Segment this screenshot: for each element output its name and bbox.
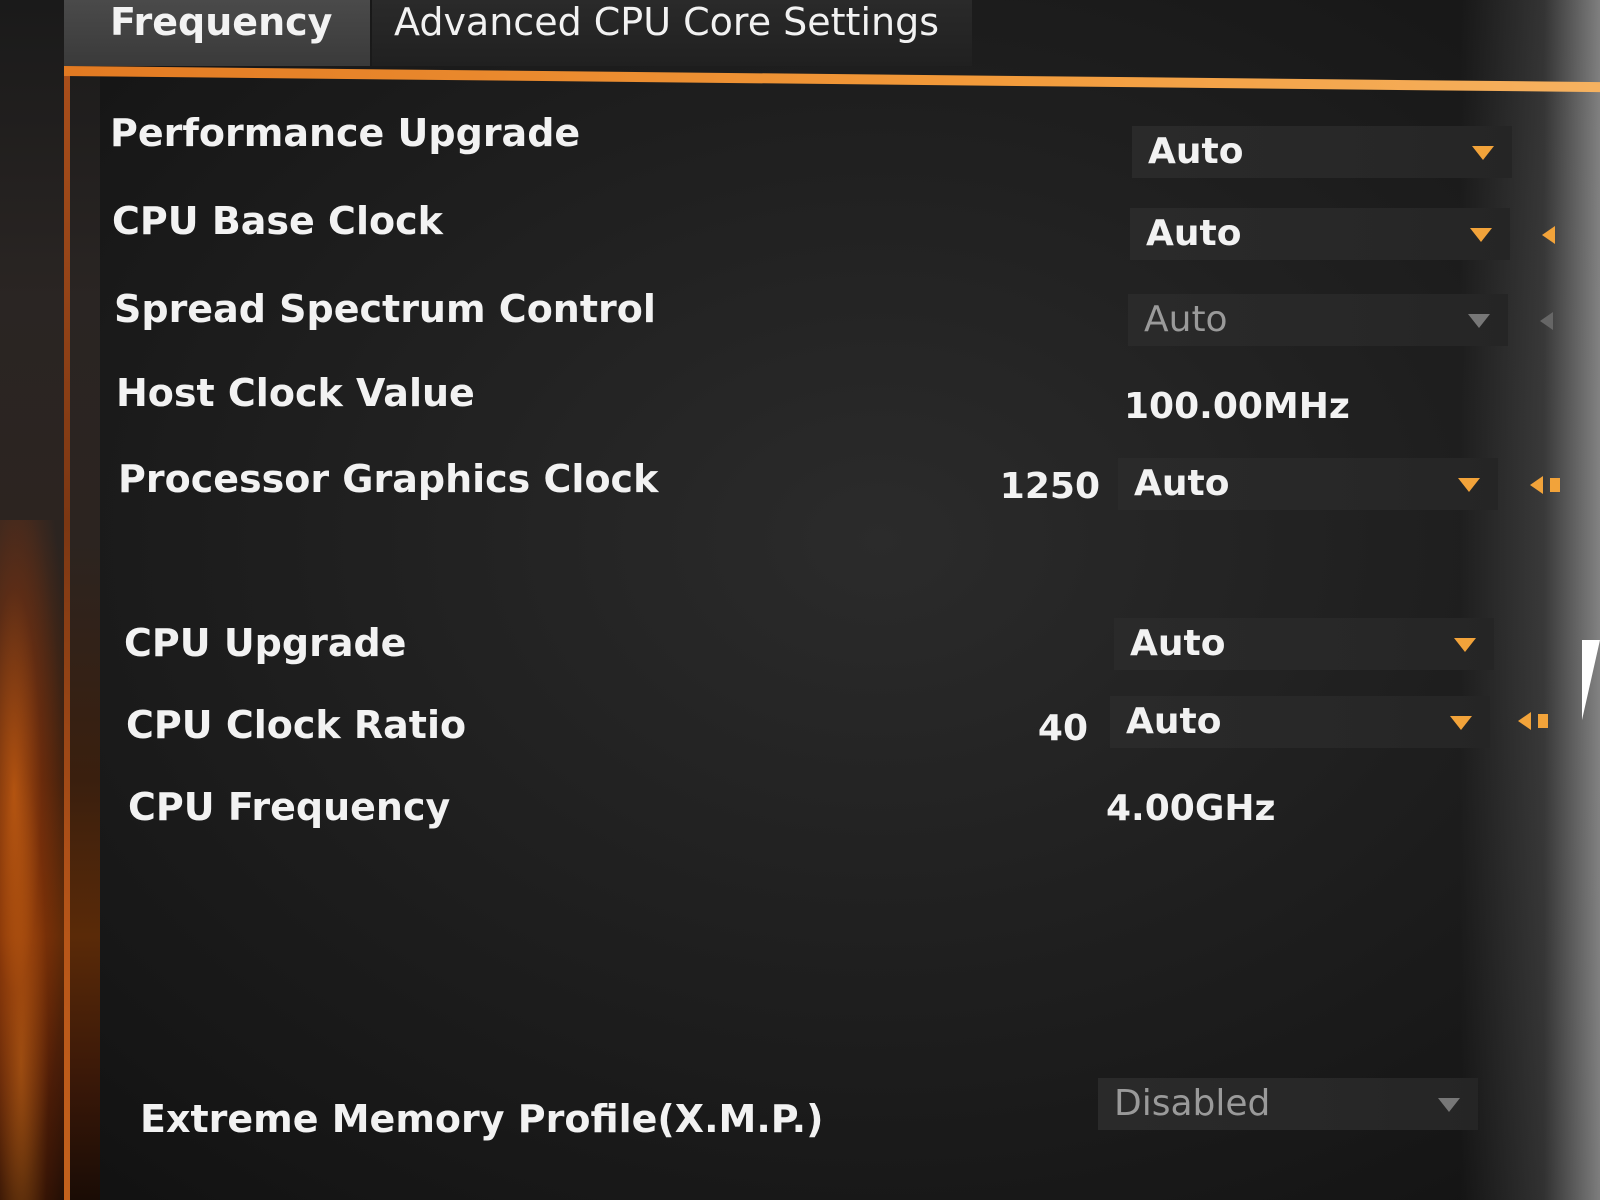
chevron-down-icon: [1470, 228, 1492, 242]
slider-handle[interactable]: [1538, 714, 1548, 728]
arrow-left-icon[interactable]: [1530, 476, 1543, 494]
setting-label: CPU Clock Ratio: [126, 703, 467, 747]
xmp-dropdown[interactable]: Disabled: [1098, 1078, 1478, 1130]
dropdown-value: Auto: [1134, 463, 1230, 504]
setting-row-cpu-base-clock: CPU Base Clock Auto: [112, 196, 1562, 260]
chevron-down-icon: [1458, 478, 1480, 492]
chevron-down-icon: [1468, 314, 1490, 328]
screen-glare: [1460, 0, 1600, 1200]
dropdown-value: Auto: [1126, 701, 1222, 742]
chevron-down-icon: [1472, 146, 1494, 160]
arrow-left-icon[interactable]: [1542, 226, 1555, 244]
performance-upgrade-dropdown[interactable]: Auto: [1132, 126, 1512, 178]
setting-label: Processor Graphics Clock: [118, 457, 659, 501]
arrow-left-icon[interactable]: [1518, 712, 1531, 730]
slider-handle[interactable]: [1550, 478, 1560, 492]
setting-label: Performance Upgrade: [110, 111, 581, 155]
host-clock-value: 100.00MHz: [1124, 386, 1350, 427]
cpu-base-clock-dropdown[interactable]: Auto: [1130, 208, 1510, 260]
setting-row-cpu-frequency: CPU Frequency 4.00GHz: [128, 782, 1578, 842]
dropdown-value: Auto: [1144, 299, 1228, 340]
chevron-down-icon: [1450, 716, 1472, 730]
current-value: 1250: [999, 466, 1100, 507]
setting-label: Extreme Memory Profile(X.M.P.): [140, 1097, 824, 1141]
processor-graphics-clock-dropdown[interactable]: Auto: [1118, 458, 1498, 510]
setting-row-spread-spectrum-control: Spread Spectrum Control Auto: [114, 284, 1564, 346]
chevron-down-icon: [1438, 1098, 1460, 1112]
tab-advanced-cpu-core-settings[interactable]: Advanced CPU Core Settings: [372, 0, 972, 66]
cpu-frequency-value: 4.00GHz: [1106, 788, 1276, 829]
setting-label: CPU Upgrade: [124, 621, 407, 665]
setting-label: CPU Frequency: [128, 785, 451, 829]
tab-frequency[interactable]: Frequency: [64, 0, 370, 66]
dropdown-value: Auto: [1130, 623, 1226, 664]
cpu-clock-ratio-dropdown[interactable]: Auto: [1110, 696, 1490, 748]
spread-spectrum-dropdown[interactable]: Auto: [1128, 294, 1508, 346]
setting-label: Host Clock Value: [116, 371, 475, 415]
setting-row-host-clock-value: Host Clock Value 100.00MHz: [116, 368, 1566, 428]
dropdown-value: Disabled: [1114, 1083, 1271, 1124]
tab-bar: Frequency Advanced CPU Core Settings: [64, 0, 1600, 70]
setting-row-processor-graphics-clock: Processor Graphics Clock 1250 Auto: [118, 454, 1568, 514]
panel-edge-line: [64, 70, 70, 1200]
arrow-left-icon[interactable]: [1540, 312, 1553, 330]
cpu-upgrade-dropdown[interactable]: Auto: [1114, 618, 1494, 670]
setting-label: Spread Spectrum Control: [114, 287, 656, 331]
setting-label: CPU Base Clock: [112, 199, 443, 243]
mouse-cursor-icon: [1582, 640, 1600, 720]
fire-graphic: [0, 520, 70, 1200]
decorative-side-panel: [0, 0, 100, 1200]
dropdown-value: Auto: [1148, 131, 1244, 172]
setting-row-xmp: Extreme Memory Profile(X.M.P.) Disabled: [140, 1078, 1590, 1154]
setting-row-cpu-upgrade: CPU Upgrade Auto: [124, 618, 1574, 678]
current-value: 40: [1037, 708, 1088, 749]
chevron-down-icon: [1454, 638, 1476, 652]
setting-row-performance-upgrade: Performance Upgrade Auto: [110, 108, 1560, 178]
dropdown-value: Auto: [1146, 213, 1242, 254]
bios-frequency-screen: Frequency Advanced CPU Core Settings Per…: [0, 0, 1600, 1200]
setting-row-cpu-clock-ratio: CPU Clock Ratio 40 Auto: [126, 696, 1576, 760]
